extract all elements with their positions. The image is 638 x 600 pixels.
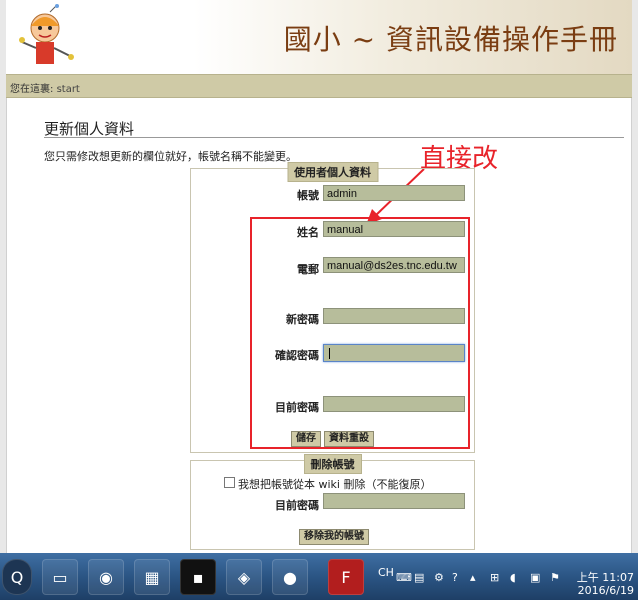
clock-time[interactable]: 上午 11:07: [577, 569, 634, 585]
annotation-highlight-box: [250, 217, 470, 449]
windows-taskbar: Q ▭ ◉ ▦ ▪ ◈ ● F: [0, 553, 638, 600]
tray-language[interactable]: CH: [378, 566, 394, 579]
breadcrumb-prefix: 您在這裏:: [10, 84, 54, 95]
browser-viewport: 國小 ~ 資訊設備操作手冊 您在這裏: start 更新個人資料 您只需修改想更…: [0, 0, 638, 553]
delete-account-legend: 刪除帳號: [303, 454, 362, 474]
breadcrumb-bar: 您在這裏: start: [6, 74, 632, 98]
window-icon[interactable]: ▭: [42, 559, 78, 595]
filezilla-icon[interactable]: F: [328, 559, 364, 595]
page-title: 更新個人資料: [44, 120, 135, 138]
title-divider: [44, 137, 624, 138]
virtualbox-icon[interactable]: ◈: [226, 559, 262, 595]
delete-confirm-label[interactable]: 我想把帳號從本 wiki 刪除（不能復原）: [238, 476, 431, 492]
clock-date[interactable]: 2016/6/19: [578, 584, 634, 597]
flag-icon[interactable]: ⚑: [550, 571, 560, 584]
site-title: 國小 ~ 資訊設備操作手冊: [283, 23, 618, 56]
site-header: 國小 ~ 資訊設備操作手冊: [6, 0, 632, 74]
delete-confirm-checkbox[interactable]: [224, 477, 235, 488]
keyboard-icon[interactable]: ⌨: [396, 571, 412, 584]
ime-icon[interactable]: ▤: [414, 571, 424, 584]
network-icon[interactable]: ▦: [134, 559, 170, 595]
breadcrumb: 您在這裏: start: [10, 80, 80, 95]
remove-account-button[interactable]: 移除我的帳號: [299, 529, 369, 545]
mascot-logo-icon[interactable]: [14, 4, 76, 72]
qt-icon[interactable]: Q: [2, 559, 32, 595]
firefox-icon[interactable]: ●: [272, 559, 308, 595]
network-status-icon[interactable]: ▣: [530, 571, 540, 584]
breadcrumb-link-start[interactable]: start: [57, 84, 80, 95]
show-hidden-icons-icon[interactable]: ▴: [470, 571, 476, 584]
color-wheel-icon[interactable]: ◉: [88, 559, 124, 595]
windows-flag-icon[interactable]: ⊞: [490, 571, 499, 584]
help-icon[interactable]: ?: [452, 571, 458, 584]
username-field: admin: [323, 185, 465, 201]
delete-current-password-field[interactable]: [323, 493, 465, 509]
delete-current-password-label: 目前密碼: [275, 499, 319, 512]
delete-account-fieldset: 刪除帳號 我想把帳號從本 wiki 刪除（不能復原） 目前密碼 移除我的帳號: [190, 454, 475, 550]
user-profile-legend: 使用者個人資料: [287, 162, 378, 182]
username-label: 帳號: [297, 189, 319, 202]
volume-icon[interactable]: ◖: [510, 571, 516, 584]
terminal-icon[interactable]: ▪: [180, 559, 216, 595]
settings-icon[interactable]: ⚙: [434, 571, 444, 584]
vertical-scrollbar[interactable]: [631, 0, 638, 553]
page-intro: 您只需修改想更新的欄位就好，帳號名稱不能變更。: [44, 150, 297, 163]
